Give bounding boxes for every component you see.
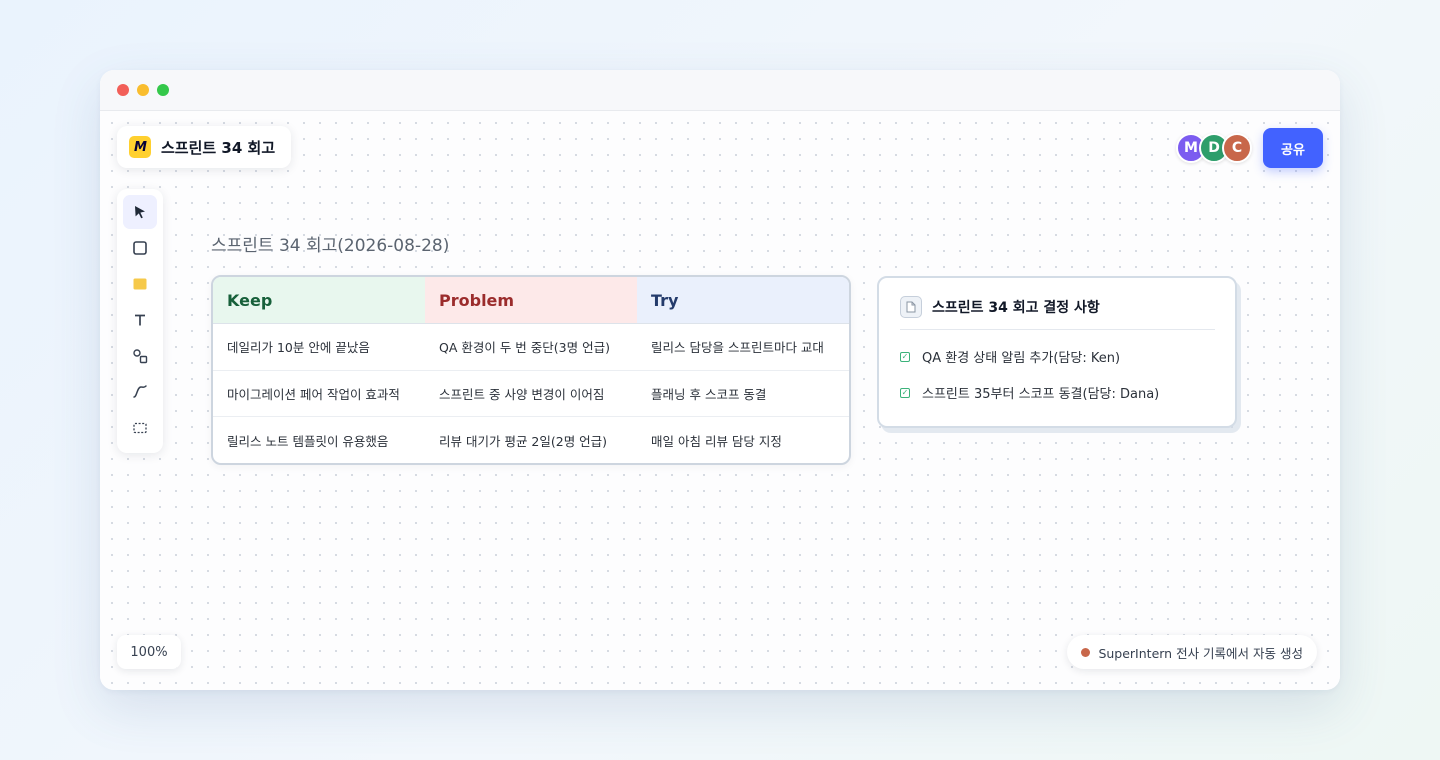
- kpt-header-row: Keep Problem Try: [213, 277, 849, 324]
- tool-frame[interactable]: [123, 411, 157, 445]
- frame-title[interactable]: 스프린트 34 회고(2026-08-28): [211, 231, 449, 256]
- table-cell[interactable]: 릴리스 담당을 스프린트마다 교대: [637, 324, 849, 370]
- decisions-card-title: 스프린트 34 회고 결정 사항: [932, 299, 1100, 316]
- square-icon: [133, 241, 147, 255]
- frame-icon: [133, 422, 147, 434]
- window-titlebar: [100, 70, 1340, 111]
- sticky-note-icon: [133, 278, 147, 290]
- zoom-level-button[interactable]: 100%: [117, 635, 181, 669]
- table-cell[interactable]: QA 환경이 두 번 중단(3명 언급): [425, 324, 637, 370]
- kpt-header-problem[interactable]: Problem: [425, 277, 637, 323]
- checkbox-checked-icon[interactable]: ✓: [900, 387, 910, 398]
- collaborator-avatars: M D C: [1176, 133, 1252, 163]
- whiteboard-canvas[interactable]: M 스프린트 34 회고 M D C 공유 스프린트 34 회고(2026-08…: [100, 111, 1340, 690]
- table-cell[interactable]: 마이그레이션 페어 작업이 효과적: [213, 371, 425, 417]
- close-window-button[interactable]: [117, 84, 129, 96]
- checkbox-checked-icon[interactable]: ✓: [900, 351, 910, 362]
- cursor-icon: [135, 206, 145, 219]
- maximize-window-button[interactable]: [157, 84, 169, 96]
- table-cell[interactable]: 리뷰 대기가 평균 2일(2명 언급): [425, 417, 637, 463]
- table-cell[interactable]: 스프린트 중 사양 변경이 이어짐: [425, 371, 637, 417]
- list-item[interactable]: ✓ QA 환경 상태 알림 추가(담당: Ken): [900, 347, 1215, 366]
- app-window: M 스프린트 34 회고 M D C 공유 스프린트 34 회고(2026-08…: [100, 70, 1340, 690]
- minimize-window-button[interactable]: [137, 84, 149, 96]
- document-icon: [900, 295, 922, 318]
- table-cell[interactable]: 매일 아침 리뷰 담당 지정: [637, 417, 849, 463]
- share-button[interactable]: 공유: [1263, 128, 1323, 168]
- table-row: 마이그레이션 페어 작업이 효과적 스프린트 중 사양 변경이 이어짐 플래닝 …: [213, 371, 849, 417]
- tool-text[interactable]: [123, 303, 157, 337]
- kpt-header-try[interactable]: Try: [637, 277, 849, 323]
- tool-palette: [117, 189, 163, 453]
- text-icon: [135, 314, 145, 326]
- board-title[interactable]: 스프린트 34 회고: [161, 137, 275, 158]
- table-row: 릴리스 노트 템플릿이 유용했음 리뷰 대기가 평균 2일(2명 언급) 매일 …: [213, 417, 849, 463]
- kpt-header-keep[interactable]: Keep: [213, 277, 425, 323]
- app-logo-icon: M: [129, 136, 151, 158]
- table-cell[interactable]: 플래닝 후 스코프 동결: [637, 371, 849, 417]
- tool-select[interactable]: [123, 195, 157, 229]
- tool-shape[interactable]: [123, 231, 157, 265]
- avatar[interactable]: C: [1222, 133, 1252, 163]
- kpt-table[interactable]: Keep Problem Try 데일리가 10분 안에 끝났음 QA 환경이 …: [211, 275, 851, 465]
- connector-icon: [133, 349, 148, 364]
- decisions-card[interactable]: 스프린트 34 회고 결정 사항 ✓ QA 환경 상태 알림 추가(담당: Ke…: [877, 276, 1237, 428]
- status-dot-icon: [1081, 647, 1091, 657]
- decision-text: 스프린트 35부터 스코프 동결(담당: Dana): [922, 387, 1160, 402]
- tool-sticky-note[interactable]: [123, 267, 157, 301]
- board-title-card[interactable]: M 스프린트 34 회고: [117, 126, 292, 168]
- source-text: SuperIntern 전사 기록에서 자동 생성: [1098, 645, 1303, 661]
- table-row: 데일리가 10분 안에 끝났음 QA 환경이 두 번 중단(3명 언급) 릴리스…: [213, 324, 849, 371]
- list-item[interactable]: ✓ 스프린트 35부터 스코프 동결(담당: Dana): [900, 383, 1215, 402]
- pen-icon: [133, 385, 147, 398]
- table-cell[interactable]: 데일리가 10분 안에 끝났음: [213, 324, 425, 370]
- tool-connector[interactable]: [123, 339, 157, 373]
- decisions-card-header: 스프린트 34 회고 결정 사항: [900, 292, 1215, 330]
- tool-pen[interactable]: [123, 375, 157, 409]
- table-cell[interactable]: 릴리스 노트 템플릿이 유용했음: [213, 417, 425, 463]
- decision-text: QA 환경 상태 알림 추가(담당: Ken): [922, 351, 1121, 366]
- source-badge: SuperIntern 전사 기록에서 자동 생성: [1067, 635, 1317, 669]
